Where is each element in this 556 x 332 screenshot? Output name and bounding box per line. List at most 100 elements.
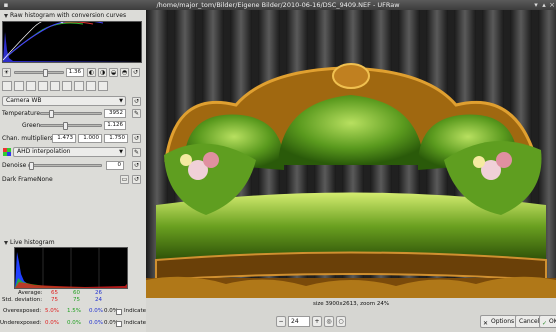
rgb-grid-icon bbox=[2, 148, 11, 156]
raw-histogram-header[interactable]: Raw histogram with conversion curves bbox=[1, 11, 145, 20]
image-preview[interactable] bbox=[146, 10, 556, 298]
underexposed-blue: 0.0% bbox=[89, 320, 103, 326]
reset-exposure-icon[interactable]: ↺ bbox=[131, 68, 140, 77]
tab-save-icon[interactable] bbox=[86, 81, 96, 91]
eyedropper-icon[interactable]: ✎ bbox=[132, 109, 141, 118]
options-button[interactable]: ✕ Options bbox=[480, 315, 519, 328]
exposure-input[interactable]: 1.36 bbox=[66, 68, 84, 77]
chan-multiplier-red[interactable]: 1.473 bbox=[52, 134, 76, 143]
auto-adjust-icon[interactable]: ◓ bbox=[120, 68, 129, 77]
stddev-blue: 24 bbox=[95, 297, 102, 303]
dark-frame-reset-icon[interactable]: ↺ bbox=[132, 175, 141, 184]
denoise-reset-icon[interactable]: ↺ bbox=[132, 161, 141, 170]
denoise-label: Denoise bbox=[2, 162, 27, 169]
underexposed-red: 0.0% bbox=[45, 320, 59, 326]
raw-histogram bbox=[2, 19, 142, 63]
wb-preset-value: Camera WB bbox=[6, 97, 42, 104]
overexposed-label: Overexposed: bbox=[3, 308, 42, 314]
window-title: /home/major_tom/Bilder/Eigene Bilder/201… bbox=[156, 1, 400, 9]
chan-reset-icon[interactable]: ↺ bbox=[132, 134, 141, 143]
denoise-slider[interactable] bbox=[28, 162, 102, 170]
tab-corrections-icon[interactable] bbox=[62, 81, 72, 91]
interpolation-value: AHD interpolation bbox=[17, 148, 71, 155]
raw-histogram-title: Raw histogram with conversion curves bbox=[10, 12, 127, 19]
stddev-green: 75 bbox=[73, 297, 80, 303]
stddev-red: 75 bbox=[51, 297, 58, 303]
overexposed-red: 5.0% bbox=[45, 308, 59, 314]
tab-grayscale-icon[interactable] bbox=[14, 81, 24, 91]
overexposed-green: 1.5% bbox=[67, 308, 81, 314]
live-histogram-header[interactable]: Live histogram bbox=[1, 238, 145, 247]
cancel-label: Cancel bbox=[519, 318, 540, 325]
wb-reset-icon[interactable]: ↺ bbox=[132, 97, 141, 106]
tab-whitebalance-icon[interactable] bbox=[2, 81, 12, 91]
temperature-input[interactable]: 3952 bbox=[104, 109, 126, 118]
average-red: 65 bbox=[51, 290, 58, 296]
tool-tabs bbox=[2, 81, 142, 91]
clip-icon[interactable]: ◒ bbox=[109, 68, 118, 77]
denoise-row: Denoise 0 ↺ bbox=[2, 161, 144, 171]
tab-lens-icon[interactable] bbox=[26, 81, 36, 91]
close-icon[interactable]: × bbox=[548, 1, 556, 9]
green-slider[interactable] bbox=[40, 122, 102, 130]
indicate-overexposed-checkbox[interactable] bbox=[116, 309, 122, 315]
tab-color-icon[interactable] bbox=[50, 81, 60, 91]
green-row: Green 1.126 bbox=[2, 121, 144, 131]
indicate-underexposed-label: Indicate bbox=[124, 320, 147, 326]
zoom-input[interactable]: 24 bbox=[288, 316, 310, 327]
dark-frame-row: Dark Frame: None ▭ ↺ bbox=[2, 175, 144, 185]
green-slider-knob[interactable] bbox=[63, 122, 68, 130]
tab-exif-icon[interactable] bbox=[98, 81, 108, 91]
dark-frame-value: None bbox=[37, 176, 53, 183]
ok-label: OK bbox=[549, 318, 556, 325]
open-folder-icon[interactable]: ▭ bbox=[120, 175, 129, 184]
zoom-out-icon[interactable]: − bbox=[276, 316, 286, 327]
dark-frame-label: Dark Frame: bbox=[2, 176, 39, 183]
temperature-slider[interactable] bbox=[40, 110, 102, 118]
tab-crop-icon[interactable] bbox=[74, 81, 84, 91]
denoise-slider-knob[interactable] bbox=[29, 162, 34, 170]
sofa-photo bbox=[146, 10, 556, 298]
zoom-100-icon[interactable]: ○ bbox=[336, 316, 346, 327]
ok-button[interactable]: ✓ OK bbox=[539, 315, 556, 328]
exposure-row: ☀ 1.36 ◐ ◑ ◒ ◓ ↺ bbox=[2, 68, 144, 78]
zoom-fit-icon[interactable]: ◎ bbox=[324, 316, 334, 327]
expander-icon bbox=[4, 241, 8, 245]
wb-preset-select[interactable]: Camera WB ▼ bbox=[2, 96, 126, 106]
exposure-slider[interactable] bbox=[14, 69, 64, 77]
auto-exposure-icon[interactable]: ◐ bbox=[87, 68, 96, 77]
temperature-label: Temperature bbox=[2, 110, 41, 117]
highlight-restore-icon[interactable]: ◑ bbox=[98, 68, 107, 77]
live-histogram-title: Live histogram bbox=[10, 239, 55, 246]
overexposed-blue: 0.0% bbox=[89, 308, 103, 314]
chan-multipliers-row: Chan. multipliers: 1.473 1.000 1.750 ↺ bbox=[2, 134, 144, 144]
indicate-overexposed-label: Indicate bbox=[124, 308, 147, 314]
stddev-label: Std. deviation: bbox=[2, 297, 43, 303]
average-blue: 26 bbox=[95, 290, 102, 296]
chevron-down-icon: ▼ bbox=[119, 98, 123, 104]
live-histogram bbox=[14, 247, 128, 289]
tab-basecurve-icon[interactable] bbox=[38, 81, 48, 91]
zoom-in-icon[interactable]: + bbox=[312, 316, 322, 327]
green-label: Green bbox=[22, 122, 41, 129]
raw-histogram-curves bbox=[2, 19, 141, 62]
indicate-underexposed-checkbox[interactable] bbox=[116, 321, 122, 327]
live-histogram-plot bbox=[15, 248, 127, 288]
options-label: Options bbox=[491, 318, 515, 325]
denoise-input[interactable]: 0 bbox=[106, 161, 124, 170]
average-label: Average: bbox=[18, 290, 43, 296]
chevron-down-icon: ▼ bbox=[119, 149, 123, 155]
temperature-slider-knob[interactable] bbox=[49, 110, 54, 118]
title-bar: ▪ /home/major_tom/Bilder/Eigene Bilder/2… bbox=[0, 0, 556, 10]
chan-multipliers-label: Chan. multipliers: bbox=[2, 135, 56, 142]
underexposed-label: Underexposed: bbox=[0, 320, 42, 326]
chan-multiplier-green[interactable]: 1.000 bbox=[78, 134, 102, 143]
exposure-slider-knob[interactable] bbox=[43, 69, 48, 77]
smoothing-icon[interactable]: ✎ bbox=[132, 148, 141, 157]
green-input[interactable]: 1.126 bbox=[104, 121, 126, 130]
minimize-icon[interactable]: ▾ bbox=[532, 1, 540, 9]
interpolation-select[interactable]: AHD interpolation ▼ bbox=[13, 147, 126, 157]
bottom-toolbar: − 24 + ◎ ○ ✕ Options Cancel ✓ OK bbox=[146, 312, 556, 332]
chan-multiplier-blue[interactable]: 1.750 bbox=[104, 134, 128, 143]
maximize-icon[interactable]: ▴ bbox=[540, 1, 548, 9]
